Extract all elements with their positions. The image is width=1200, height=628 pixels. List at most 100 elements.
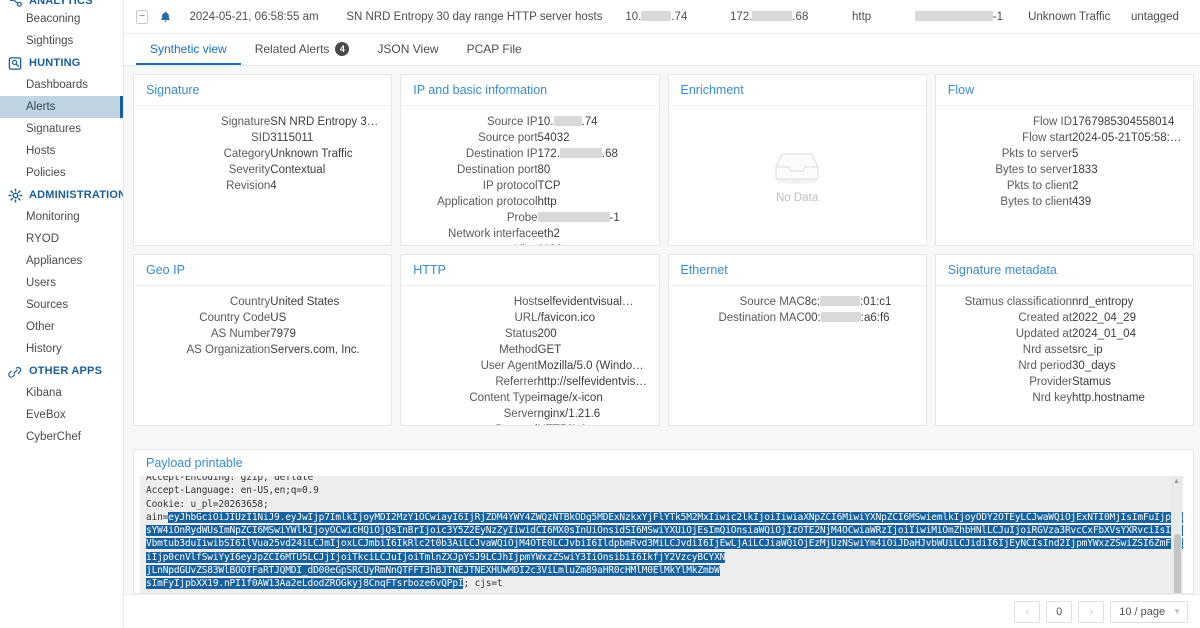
detail-key: Host [513,296,538,308]
sidebar-item-ryod[interactable]: RYOD [0,228,123,250]
sidebar-item-users[interactable]: Users [0,272,123,294]
next-page-button[interactable]: › [1078,600,1105,623]
payload-text[interactable]: Accept-Encoding: gzip, deflate Accept-La… [140,476,1183,591]
card-body: Host selfevidentvisual… URL/favicon.ico Sta… [401,286,658,425]
detail-value: GET [537,344,562,356]
empty-state-label: No Data [776,192,819,204]
collapse-button[interactable]: − [136,9,149,24]
detail-value: 00::a6:f6 [805,310,916,326]
bell-icon[interactable] [160,11,171,23]
payload-selected-text[interactable]: sImFyIjpbXX19.nPI1f0AW13Aa2eLdodZROGkyj8… [146,578,464,590]
sidebar-section-hunting: HUNTING [0,52,123,74]
payload-selected-text[interactable]: sYW4iOnRydWUsImNpZCI6MSwiYWlkIjoyOCwicHQ… [146,525,1183,537]
detail-key: IP protocol [482,180,538,192]
detail-row: Vlan1102 [407,242,648,245]
sidebar-item-other[interactable]: Other [0,316,123,338]
pagination-bar: ‹ 0 › 10 / page ▼ [124,594,1200,628]
tab-json-view[interactable]: JSON View [363,34,452,65]
sidebar-item-history[interactable]: History [0,338,123,360]
detail-key: Revision [226,180,271,192]
payload-selected-text[interactable]: jLnNpdGUvZS83WlBOOTFaRTJQMDI_dD00eGpSRCU… [146,565,720,577]
detail-key: AS Organization [186,344,271,356]
prev-page-button[interactable]: ‹ [1014,600,1041,623]
payload-selected-text[interactable]: Vbmtub3duIiwibSI6IlVua25vd24iLCJmIjoxLCJ… [146,538,1183,550]
detail-row: Nrd period 30_days [942,358,1183,374]
detail-value: 2022_04_29 [1072,312,1136,324]
detail-value: 2024-05-21T05:58:… [1072,132,1182,144]
tab-synthetic-view[interactable]: Synthetic view [136,34,241,65]
detail-key: Provider [1029,376,1073,388]
sidebar-item-beaconing[interactable]: Beaconing [0,8,123,30]
detail-key: Category [223,148,271,160]
gear-icon [8,187,23,203]
detail-key: Content Type [469,392,538,404]
sidebar-item-evebox[interactable]: EveBox [0,404,123,426]
panel-row-2: Geo IP Country United States Country Code US… [133,254,1194,426]
detail-key: Source IP [487,116,538,128]
detail-value: 200 [537,328,557,340]
dest-ip-prefix: 172. [729,10,753,23]
redacted-block [641,10,672,21]
detail-row: Updated at 2024_01_04 [942,326,1183,342]
detail-key: Status [504,328,538,340]
sidebar-item-monitoring[interactable]: Monitoring [0,206,123,228]
detail-key: Created at [1018,312,1073,324]
alert-summary-row[interactable]: − 2024-05-21, 06:58:55 am SN NRD Entropy… [124,0,1200,34]
detail-row: Revision 4 [140,178,381,194]
payload-scroll-thumb[interactable] [1174,534,1181,593]
detail-key: Pkts to server [1001,148,1073,160]
detail-value: eth2 [537,228,560,240]
sidebar-item-sightings[interactable]: Sightings [0,30,123,52]
detail-value: nrd_entropy [1072,296,1134,308]
detail-row: Created at 2022_04_29 [942,310,1183,326]
card-geo-ip: Geo IP Country United States Country Code US… [133,254,393,426]
detail-value: Servers.com, Inc. [270,344,360,356]
payload-printable-card: Payload printable Accept-Encoding: gzip,… [133,449,1194,594]
detail-value: Stamus [1072,376,1112,388]
sidebar-item-hosts[interactable]: Hosts [0,140,123,162]
redacted-block [914,10,993,21]
detail-value-prefix: 8c: [804,296,821,308]
detail-row: Destination port 80 [407,162,648,178]
detail-row: Category Unknown Traffic [140,146,381,162]
tab-bar[interactable]: Synthetic view Related Alerts 4 JSON View PC… [124,34,1200,66]
detail-value: src_ip [1072,344,1103,356]
page-size-select[interactable]: 10 / page ▼ [1110,600,1188,623]
alert-source-ip: 10. .74 [625,10,730,23]
tab-pcap-file[interactable]: PCAP File [453,34,536,65]
tab-related-alerts[interactable]: Related Alerts 4 [241,34,364,65]
dest-ip-suffix: .68 [792,10,809,23]
payload-selected-text[interactable]: eyJhbGciOiJIUzI1NiJ9.eyJwIjp7ImlkIjoyMDI… [168,511,1183,523]
payload-selected-text[interactable]: iIjp0cnVlfSwiYyI6eyJpZCI6MTU5LCJjIjoiTkc… [146,551,725,563]
tab-label: Synthetic view [150,41,227,56]
sidebar-item-kibana[interactable]: Kibana [0,382,123,404]
detail-value: 10. .74 [538,114,649,130]
page-number[interactable]: 0 [1046,600,1073,623]
sidebar-item-appliances[interactable]: Appliances [0,250,123,272]
detail-row: Signature SN NRD Entropy 3… [140,114,381,130]
redacted-block [820,312,861,322]
detail-value: Unknown Traffic [270,148,353,160]
sidebar-item-cyberchef[interactable]: CyberChef [0,426,123,448]
redacted-block [820,296,861,306]
detail-key: URL [514,312,538,324]
sidebar-item-policies[interactable]: Policies [0,162,123,184]
payload-scroll-area[interactable]: Accept-Encoding: gzip, deflate Accept-La… [140,476,1183,593]
detail-value: US [270,312,287,324]
card-body: Signature SN NRD Entropy 3… SID 3115011 Cate… [134,106,391,194]
detail-row: Source port 54032 [407,130,648,146]
detail-value: 1102 [538,242,649,245]
detail-row: User Agent Mozilla/5.0 (Windo… [407,358,648,374]
detail-row: Source IP 10. .74 [407,114,648,130]
redacted-block [537,212,610,222]
card-title: Signature [134,75,392,106]
detail-value: http://selfevidentvis… [537,376,647,388]
scroll-up-arrow[interactable]: ▲ [1173,478,1180,485]
sidebar-item-signatures[interactable]: Signatures [0,118,123,140]
sidebar-item-dashboards[interactable]: Dashboards [0,74,123,96]
detail-value-prefix: 172. [537,148,560,160]
tab-label: Related Alerts [254,41,330,56]
sidebar-item-sources[interactable]: Sources [0,294,123,316]
sidebar-item-alerts[interactable]: Alerts [0,96,123,118]
detail-value: 2 [1072,180,1079,192]
